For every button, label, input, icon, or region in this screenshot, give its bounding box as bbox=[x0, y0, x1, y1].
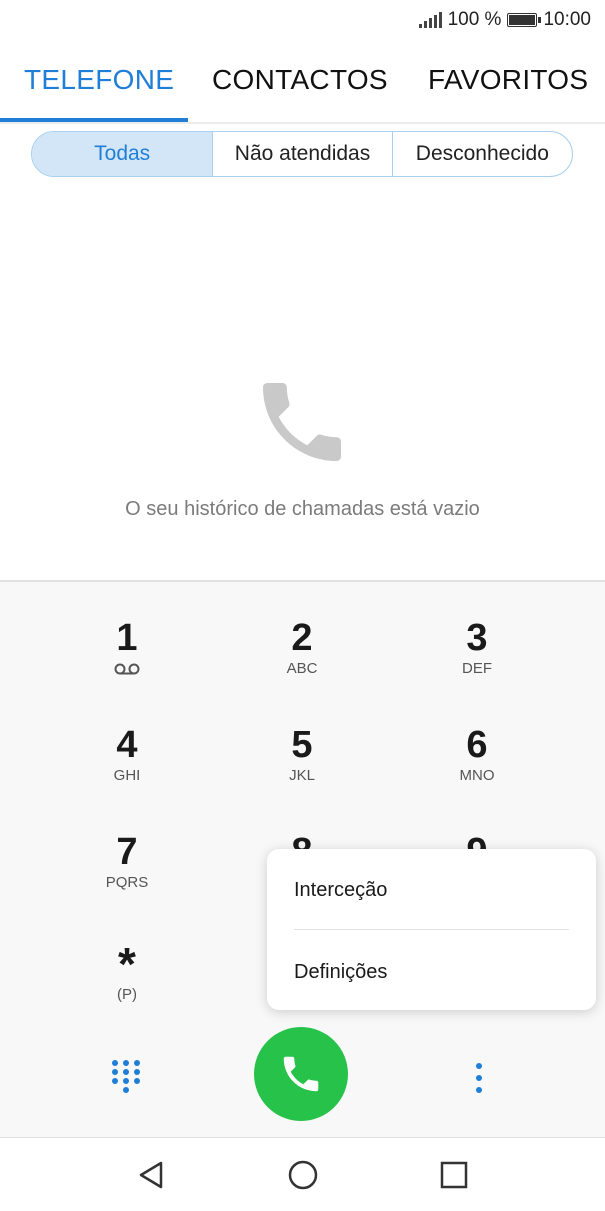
tab-bar: TELEFONE CONTACTOS FAVORITOS bbox=[0, 50, 605, 124]
home-icon[interactable] bbox=[286, 1158, 320, 1192]
filter-todas[interactable]: Todas bbox=[32, 132, 214, 176]
key-6[interactable]: 6 MNO bbox=[402, 725, 552, 785]
call-filter: Todas Não atendidas Desconhecido bbox=[31, 131, 573, 177]
more-options-icon[interactable] bbox=[470, 1058, 488, 1098]
empty-history-message: O seu histórico de chamadas está vazio bbox=[125, 498, 480, 520]
back-icon[interactable] bbox=[134, 1158, 168, 1192]
overflow-menu: Interceção Definições bbox=[267, 849, 596, 1010]
key-digit: 2 bbox=[291, 617, 313, 659]
key-1[interactable]: 1 bbox=[52, 618, 202, 676]
key-digit: 1 bbox=[116, 617, 138, 659]
key-letters: PQRS bbox=[105, 874, 149, 891]
battery-percent: 100 % bbox=[447, 9, 502, 30]
phone-icon bbox=[283, 1056, 319, 1092]
key-letters: (P) bbox=[117, 986, 137, 1003]
key-letters: DEF bbox=[462, 660, 492, 677]
navigation-bar bbox=[0, 1137, 605, 1211]
status-bar: 100 % 10:00 bbox=[0, 0, 605, 44]
key-digit: * bbox=[118, 938, 136, 990]
key-7[interactable]: 7 PQRS bbox=[52, 832, 202, 892]
key-4[interactable]: 4 GHI bbox=[52, 725, 202, 785]
key-letters: MNO bbox=[459, 767, 495, 784]
call-button[interactable] bbox=[254, 1027, 348, 1121]
key-3[interactable]: 3 DEF bbox=[402, 618, 552, 678]
key-letters: ABC bbox=[286, 660, 318, 677]
key-5[interactable]: 5 JKL bbox=[227, 725, 377, 785]
key-2[interactable]: 2 ABC bbox=[227, 618, 377, 678]
dialpad-grid-icon[interactable] bbox=[110, 1058, 142, 1098]
active-tab-indicator bbox=[0, 118, 188, 122]
signal-icon bbox=[418, 12, 442, 28]
phone-icon bbox=[263, 383, 341, 461]
key-letters: GHI bbox=[113, 767, 141, 784]
key-digit: 7 bbox=[116, 831, 138, 873]
key-digit: 5 bbox=[291, 724, 313, 766]
menu-item-intercecao[interactable]: Interceção bbox=[294, 879, 387, 902]
key-digit: 6 bbox=[466, 724, 488, 766]
voicemail-icon bbox=[114, 663, 140, 675]
tab-contactos[interactable]: CONTACTOS bbox=[212, 64, 388, 96]
tab-favoritos[interactable]: FAVORITOS bbox=[428, 64, 588, 96]
key-digit: 4 bbox=[116, 724, 138, 766]
menu-divider bbox=[294, 929, 569, 930]
key-digit: 3 bbox=[466, 617, 488, 659]
recents-icon[interactable] bbox=[437, 1158, 471, 1192]
key-star[interactable]: * (P) bbox=[52, 938, 202, 1004]
filter-desconhecido[interactable]: Desconhecido bbox=[393, 132, 572, 176]
menu-item-definicoes[interactable]: Definições bbox=[294, 961, 387, 984]
filter-nao-atendidas[interactable]: Não atendidas bbox=[213, 132, 393, 176]
battery-icon bbox=[507, 13, 542, 27]
clock: 10:00 bbox=[543, 9, 591, 30]
tab-telefone[interactable]: TELEFONE bbox=[24, 64, 174, 96]
key-letters: JKL bbox=[289, 767, 315, 784]
